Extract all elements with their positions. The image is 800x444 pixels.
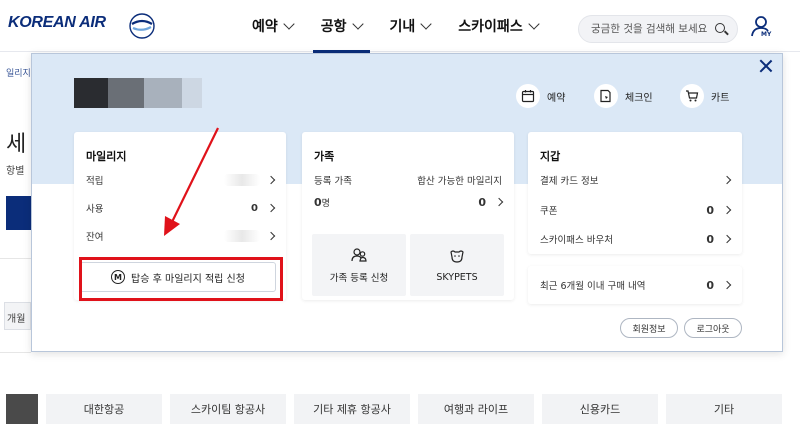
value-redacted <box>224 230 260 242</box>
wallet-row-voucher[interactable]: 스카이패스 바우처 0 <box>540 231 732 247</box>
nav-label: 기내 <box>389 19 416 35</box>
checkin-icon <box>600 89 611 103</box>
wallet-card: 지갑 결제 카드 정보 쿠폰 0 스카이패스 바우처 0 <box>528 132 742 254</box>
value-redacted <box>224 174 260 186</box>
subtitle-fragment: 항별 <box>6 166 25 177</box>
divider <box>0 258 31 259</box>
skypets-tile[interactable]: SKYPETS <box>410 234 504 296</box>
calendar-icon <box>521 90 535 103</box>
taeguk-logo-icon <box>129 13 155 39</box>
quick-link-cart[interactable]: 카트 <box>680 84 729 108</box>
family-register-tile[interactable]: 가족 등록 신청 <box>312 234 406 296</box>
tile-label: SKYPETS <box>436 271 478 283</box>
mileage-row-balance[interactable]: 잔여 <box>86 228 276 244</box>
wallet-title: 지갑 <box>540 150 561 163</box>
tab-etc[interactable]: 기타 <box>666 394 782 424</box>
recent-purchases-label: 최근 6개월 이내 구매 내역 <box>540 281 646 292</box>
wallet-row-coupon[interactable]: 쿠폰 0 <box>540 202 732 218</box>
divider <box>0 352 31 353</box>
tab-travel-life[interactable]: 여행과 라이프 <box>418 394 534 424</box>
nav-item-skypass[interactable]: 스카이패스 <box>444 0 551 52</box>
tab-credit-card[interactable]: 신용카드 <box>542 394 658 424</box>
my-label: MY <box>761 31 772 38</box>
chevron-right-icon <box>266 203 276 213</box>
search-input[interactable]: 궁금한 것을 검색해 보세요 <box>578 15 738 43</box>
wallet-row-payment-card[interactable]: 결제 카드 정보 <box>540 172 732 188</box>
quick-link-checkin[interactable]: 체크인 <box>594 84 653 108</box>
row-label: 잔여 <box>86 232 104 243</box>
nav-label: 공항 <box>320 19 347 35</box>
search-icon[interactable] <box>715 23 725 33</box>
row-value: 0 <box>251 202 258 214</box>
quick-link-label: 체크인 <box>625 92 653 104</box>
mileage-row-earned[interactable]: 적립 <box>86 172 276 188</box>
family-labels-row: 등록 가족 합산 가능한 마일리지 <box>314 172 502 188</box>
registered-family-unit: 명 <box>321 198 330 209</box>
chevron-right-icon <box>266 175 276 185</box>
registered-family-count: 0 <box>314 195 322 209</box>
tile-label: 가족 등록 신청 <box>329 273 389 284</box>
logout-button[interactable]: 로그아웃 <box>684 318 742 338</box>
recent-purchases-row: 최근 6개월 이내 구매 내역 0 <box>540 277 732 293</box>
combinable-mileage-label: 합산 가능한 마일리지 <box>417 176 502 187</box>
select-label-fragment: 개월 <box>7 314 26 325</box>
registered-family-label: 등록 가족 <box>314 176 352 187</box>
nav-label: 스카이패스 <box>458 19 523 35</box>
combinable-mileage-value: 0 <box>478 195 486 209</box>
nav-item-inflight[interactable]: 기내 <box>376 0 445 52</box>
site-header: KOREAN AIR 예약 공항 기내 스카이패스 궁금한 것을 검색해 보세요… <box>0 0 800 53</box>
category-tab-selected-block[interactable] <box>6 394 38 424</box>
recent-purchases-card[interactable]: 최근 6개월 이내 구매 내역 0 <box>528 266 742 304</box>
row-label: 쿠폰 <box>540 206 558 217</box>
family-values-row[interactable]: 0 명 0 <box>314 194 504 210</box>
chevron-down-icon <box>420 18 432 30</box>
chevron-right-icon <box>266 231 276 241</box>
row-label: 적립 <box>86 176 104 187</box>
category-tabs: 대한항공 스카이팀 항공사 기타 제휴 항공사 여행과 라이프 신용카드 기타 <box>6 394 782 424</box>
highlight-box <box>79 257 283 301</box>
page-title-fragment: 세 <box>6 132 27 157</box>
quick-link-label: 카트 <box>711 92 730 104</box>
row-value: 0 <box>706 203 714 217</box>
cart-icon <box>686 90 699 102</box>
row-label: 결제 카드 정보 <box>540 176 599 187</box>
chevron-down-icon <box>351 18 364 30</box>
korean-air-logo[interactable]: KOREAN AIR <box>8 14 106 32</box>
chevron-down-icon <box>283 18 295 30</box>
row-label: 스카이패스 바우처 <box>540 235 613 246</box>
row-value: 0 <box>706 232 714 246</box>
chevron-down-icon <box>528 18 540 30</box>
pet-icon <box>450 249 464 263</box>
background-navy-block <box>6 196 31 230</box>
chevron-right-icon <box>494 197 504 207</box>
chevron-right-icon <box>722 234 732 244</box>
tab-other-partners[interactable]: 기타 제휴 항공사 <box>294 394 410 424</box>
chevron-right-icon <box>722 280 732 290</box>
recent-purchases-value: 0 <box>706 278 714 292</box>
user-name-redacted <box>74 78 202 108</box>
mileage-title: 마일리지 <box>86 150 127 163</box>
family-title: 가족 <box>314 150 335 163</box>
nav-item-airport[interactable]: 공항 <box>307 0 376 53</box>
tab-korean-air[interactable]: 대한항공 <box>46 394 162 424</box>
quick-link-reservation[interactable]: 예약 <box>516 84 565 108</box>
nav-label: 예약 <box>252 19 278 35</box>
chevron-right-icon <box>722 175 732 185</box>
search-placeholder: 궁금한 것을 검색해 보세요 <box>591 23 708 35</box>
breadcrumb-fragment: 일리지 <box>6 69 31 79</box>
nav-item-reservation[interactable]: 예약 <box>238 0 307 52</box>
my-panel: 예약 체크인 카트 마일리지 적립 사용 0 잔여 M 탑승 후 마일리지 적립… <box>31 53 783 352</box>
family-icon <box>351 248 367 262</box>
period-select-fragment[interactable]: 개월 <box>4 302 31 330</box>
main-nav: 예약 공항 기내 스카이패스 <box>238 0 552 53</box>
close-icon[interactable] <box>758 58 774 74</box>
chevron-right-icon <box>722 205 732 215</box>
member-info-button[interactable]: 회원정보 <box>620 318 678 338</box>
tab-skyteam[interactable]: 스카이팀 항공사 <box>170 394 286 424</box>
mileage-row-used[interactable]: 사용 0 <box>86 200 276 216</box>
quick-link-label: 예약 <box>547 92 566 104</box>
row-label: 사용 <box>86 204 104 215</box>
